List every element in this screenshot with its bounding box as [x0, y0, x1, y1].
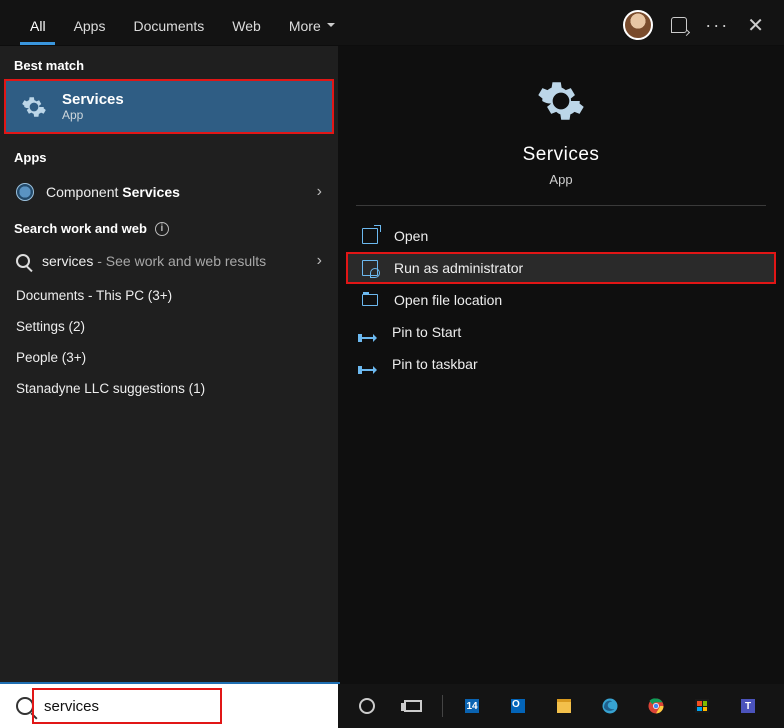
- chrome-icon: [647, 697, 665, 715]
- taskview-icon: [404, 700, 422, 712]
- action-open-label: Open: [394, 228, 428, 244]
- cortana-icon: [359, 698, 375, 714]
- section-stanadyne[interactable]: Stanadyne LLC suggestions (1): [0, 373, 338, 404]
- action-open[interactable]: Open: [338, 220, 784, 252]
- pin-icon: [362, 337, 376, 339]
- preview-panel: Services App Open Run as administrator O…: [338, 46, 784, 684]
- taskbar-file-explorer[interactable]: [543, 688, 585, 724]
- tab-web[interactable]: Web: [218, 12, 275, 44]
- taskbar-edge[interactable]: [589, 688, 631, 724]
- admin-icon: [362, 260, 378, 276]
- section-documents[interactable]: Documents - This PC (3+): [0, 280, 338, 311]
- close-button[interactable]: ✕: [747, 13, 764, 38]
- tab-more[interactable]: More: [275, 12, 349, 44]
- search-header: All Apps Documents Web More ··· ✕: [0, 0, 784, 46]
- section-best-match: Best match: [0, 46, 338, 81]
- app-result-component-services[interactable]: Component Services ›: [0, 173, 338, 211]
- action-run-admin-label: Run as administrator: [394, 260, 523, 276]
- services-icon: [20, 93, 48, 121]
- action-pin-start-label: Pin to Start: [392, 324, 461, 340]
- taskbar-store[interactable]: [681, 688, 723, 724]
- feedback-icon[interactable]: [671, 17, 687, 33]
- info-icon[interactable]: i: [155, 222, 169, 236]
- action-pin-to-taskbar[interactable]: Pin to taskbar: [338, 348, 784, 380]
- preview-subtitle: App: [338, 172, 784, 187]
- chevron-right-icon: ›: [317, 252, 322, 270]
- taskbar-separator: [442, 695, 443, 717]
- taskbar-chrome[interactable]: [635, 688, 677, 724]
- search-icon: [16, 254, 30, 268]
- section-settings[interactable]: Settings (2): [0, 311, 338, 342]
- action-pin-taskbar-label: Pin to taskbar: [392, 356, 478, 372]
- outlook-icon: O: [511, 699, 525, 713]
- search-icon: [16, 697, 34, 715]
- action-run-as-administrator[interactable]: Run as administrator: [346, 252, 776, 284]
- results-panel: Best match Services App Apps Component S…: [0, 46, 338, 684]
- section-search-work-web: Search work and web i: [0, 211, 338, 242]
- chevron-right-icon: ›: [317, 183, 322, 201]
- action-open-loc-label: Open file location: [394, 292, 502, 308]
- tab-apps[interactable]: Apps: [60, 12, 120, 44]
- more-options-button[interactable]: ···: [705, 15, 729, 36]
- web-result-services[interactable]: services - See work and web results ›: [0, 242, 338, 280]
- taskbar-calendar[interactable]: 14: [451, 688, 493, 724]
- taskbar-outlook[interactable]: O: [497, 688, 539, 724]
- taskbar-cortana[interactable]: [346, 688, 388, 724]
- web-result-suffix: - See work and web results: [93, 253, 266, 269]
- edge-icon: [601, 697, 619, 715]
- tab-all[interactable]: All: [16, 12, 60, 44]
- divider: [356, 205, 766, 206]
- app-result-match: Services: [122, 184, 180, 200]
- action-pin-to-start[interactable]: Pin to Start: [338, 316, 784, 348]
- best-match-title: Services: [62, 91, 124, 108]
- component-services-icon: [16, 183, 34, 201]
- taskbar-teams[interactable]: T: [727, 688, 769, 724]
- teams-icon: T: [741, 699, 755, 713]
- preview-app-icon: [536, 76, 586, 126]
- search-input[interactable]: [44, 698, 328, 715]
- pin-icon: [362, 369, 376, 371]
- user-avatar[interactable]: [623, 10, 653, 40]
- section-search-ww-label: Search work and web: [14, 221, 147, 236]
- folder-icon: [362, 294, 378, 306]
- best-match-result[interactable]: Services App: [6, 81, 332, 132]
- tab-documents[interactable]: Documents: [119, 12, 218, 44]
- calendar-icon: 14: [465, 699, 479, 713]
- taskbar: 14 O T: [338, 684, 784, 728]
- section-apps: Apps: [0, 138, 338, 173]
- taskbar-task-view[interactable]: [392, 688, 434, 724]
- folder-icon: [557, 699, 571, 713]
- preview-title: Services: [338, 144, 784, 166]
- store-icon: [695, 699, 709, 713]
- search-bar[interactable]: [0, 684, 338, 728]
- best-match-subtitle: App: [62, 108, 124, 122]
- open-icon: [362, 228, 378, 244]
- section-people[interactable]: People (3+): [0, 342, 338, 373]
- action-open-file-location[interactable]: Open file location: [338, 284, 784, 316]
- web-result-term: services: [42, 253, 93, 269]
- app-result-prefix: Component: [46, 184, 122, 200]
